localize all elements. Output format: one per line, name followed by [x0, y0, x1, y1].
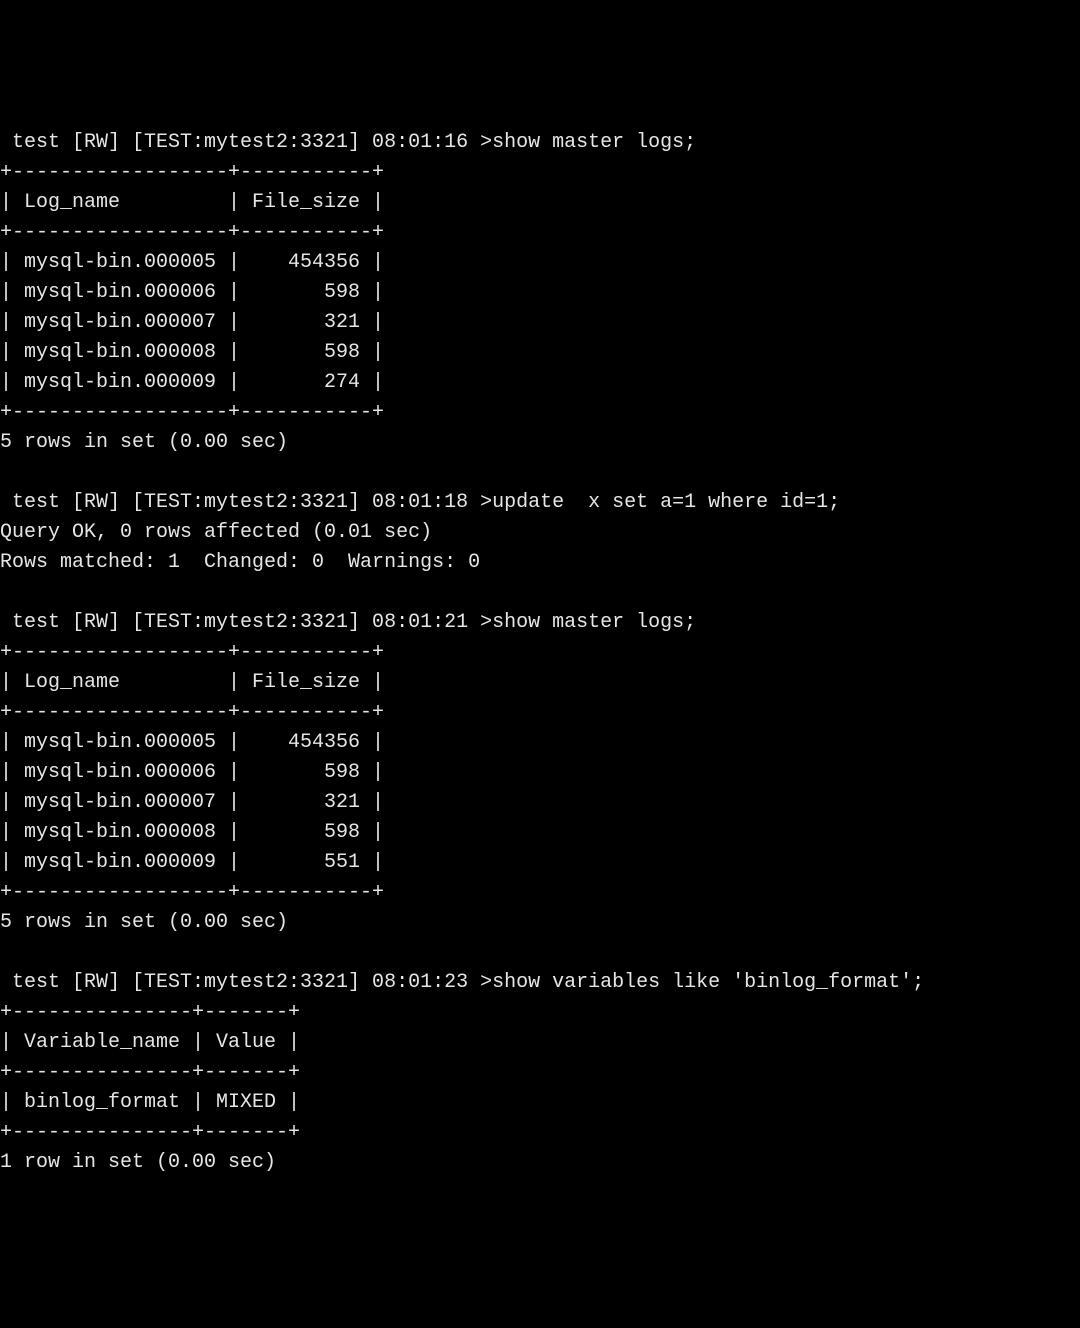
command-block-2: test [RW] [TEST:mytest2:3321] 08:01:18 >…: [0, 488, 1080, 578]
table-row: | mysql-bin.000008 | 598 |: [0, 338, 1080, 368]
table-row: | mysql-bin.000008 | 598 |: [0, 818, 1080, 848]
command-block-4: test [RW] [TEST:mytest2:3321] 08:01:23 >…: [0, 968, 1080, 1178]
table-header: | Variable_name | Value |: [0, 1028, 1080, 1058]
command-block-1: test [RW] [TEST:mytest2:3321] 08:01:16 >…: [0, 128, 1080, 458]
blank-line: [0, 938, 1080, 968]
table-border: +---------------+-------+: [0, 998, 1080, 1028]
table-border: +------------------+-----------+: [0, 158, 1080, 188]
prompt-line-4: test [RW] [TEST:mytest2:3321] 08:01:23 >…: [0, 968, 1080, 998]
blank-line: [0, 578, 1080, 608]
prompt-line-2: test [RW] [TEST:mytest2:3321] 08:01:18 >…: [0, 488, 1080, 518]
table-border: +------------------+-----------+: [0, 398, 1080, 428]
table-row: | mysql-bin.000006 | 598 |: [0, 758, 1080, 788]
table-border: +------------------+-----------+: [0, 218, 1080, 248]
table-border: +---------------+-------+: [0, 1118, 1080, 1148]
command-block-3: test [RW] [TEST:mytest2:3321] 08:01:21 >…: [0, 608, 1080, 938]
table-row: | mysql-bin.000005 | 454356 |: [0, 248, 1080, 278]
table-border: +------------------+-----------+: [0, 878, 1080, 908]
table-row: | mysql-bin.000009 | 551 |: [0, 848, 1080, 878]
table-header: | Log_name | File_size |: [0, 188, 1080, 218]
prompt-line-1: test [RW] [TEST:mytest2:3321] 08:01:16 >…: [0, 128, 1080, 158]
table-border: +---------------+-------+: [0, 1058, 1080, 1088]
blank-line: [0, 458, 1080, 488]
rows-matched-line: Rows matched: 1 Changed: 0 Warnings: 0: [0, 548, 1080, 578]
result-summary: 1 row in set (0.00 sec): [0, 1148, 1080, 1178]
table-row: | mysql-bin.000009 | 274 |: [0, 368, 1080, 398]
prompt-line-3: test [RW] [TEST:mytest2:3321] 08:01:21 >…: [0, 608, 1080, 638]
query-ok-line: Query OK, 0 rows affected (0.01 sec): [0, 518, 1080, 548]
table-row: | mysql-bin.000007 | 321 |: [0, 308, 1080, 338]
table-row: | binlog_format | MIXED |: [0, 1088, 1080, 1118]
table-row: | mysql-bin.000007 | 321 |: [0, 788, 1080, 818]
table-row: | mysql-bin.000005 | 454356 |: [0, 728, 1080, 758]
table-header: | Log_name | File_size |: [0, 668, 1080, 698]
terminal-output[interactable]: test [RW] [TEST:mytest2:3321] 08:01:16 >…: [0, 128, 1080, 1178]
result-summary: 5 rows in set (0.00 sec): [0, 908, 1080, 938]
table-border: +------------------+-----------+: [0, 698, 1080, 728]
table-border: +------------------+-----------+: [0, 638, 1080, 668]
table-row: | mysql-bin.000006 | 598 |: [0, 278, 1080, 308]
result-summary: 5 rows in set (0.00 sec): [0, 428, 1080, 458]
